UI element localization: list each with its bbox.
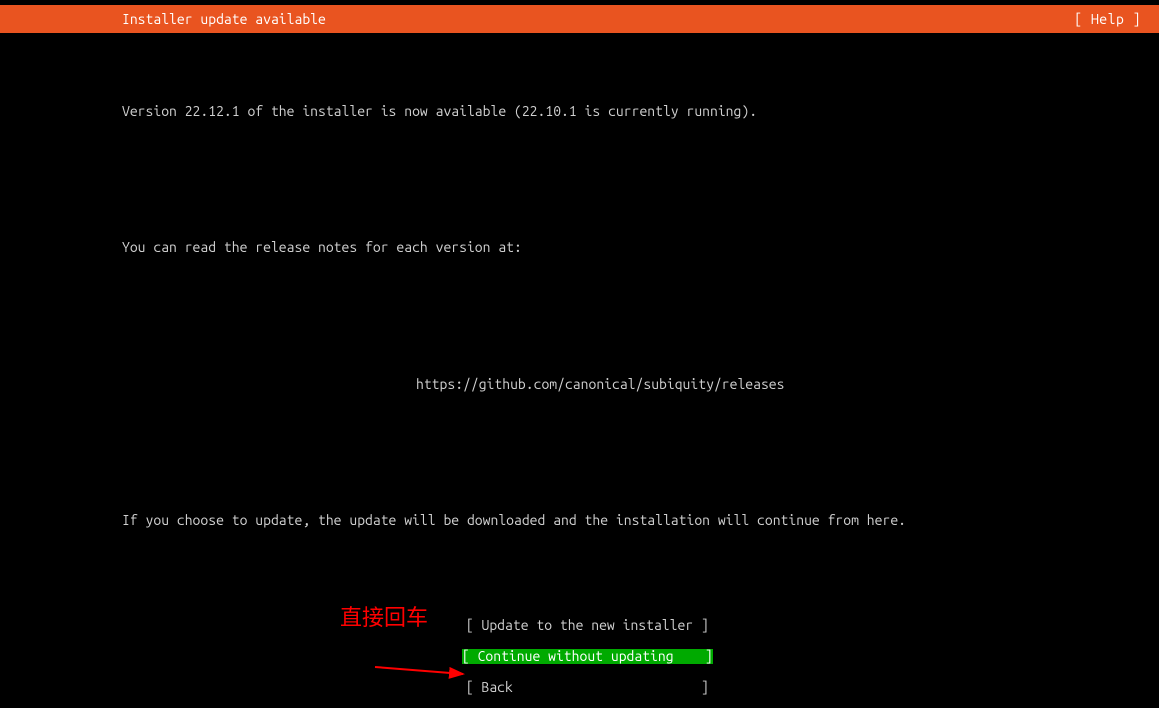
back-button[interactable]: [ Back ] xyxy=(466,680,709,695)
content-area: Version 22.12.1 of the installer is now … xyxy=(0,33,1159,562)
page-title: Installer update available xyxy=(122,11,326,27)
release-notes-url: https://github.com/canonical/subiquity/r… xyxy=(122,371,1159,398)
update-installer-button[interactable]: [ Update to the new installer ] xyxy=(466,618,709,633)
titlebar: Installer update available [ Help ] xyxy=(0,5,1159,33)
update-info-line: If you choose to update, the update will… xyxy=(122,507,1159,534)
help-button[interactable]: [ Help ] xyxy=(1074,11,1141,27)
action-buttons: [ Update to the new installer ] [ Contin… xyxy=(0,603,1159,695)
release-notes-intro: You can read the release notes for each … xyxy=(122,234,1159,261)
continue-without-updating-button[interactable]: [ Continue without updating ] xyxy=(462,649,713,664)
version-info-line: Version 22.12.1 of the installer is now … xyxy=(122,98,1159,125)
